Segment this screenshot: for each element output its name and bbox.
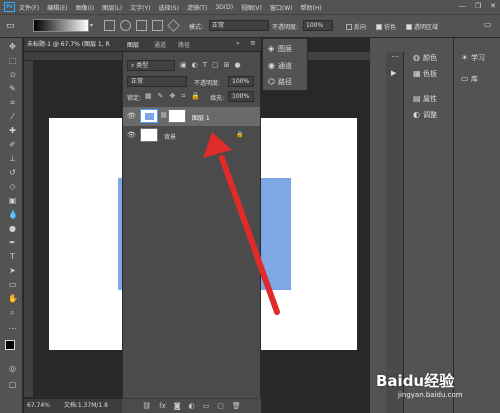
watermark-url: jingyan.baidu.com bbox=[398, 391, 463, 399]
annotation-arrow bbox=[203, 132, 280, 315]
arrow-head bbox=[203, 132, 232, 158]
watermark: Baidu经验 jingyan.baidu.com bbox=[376, 370, 463, 399]
arrow-shaft bbox=[219, 155, 280, 315]
watermark-logo: Baidu经验 bbox=[376, 372, 455, 390]
